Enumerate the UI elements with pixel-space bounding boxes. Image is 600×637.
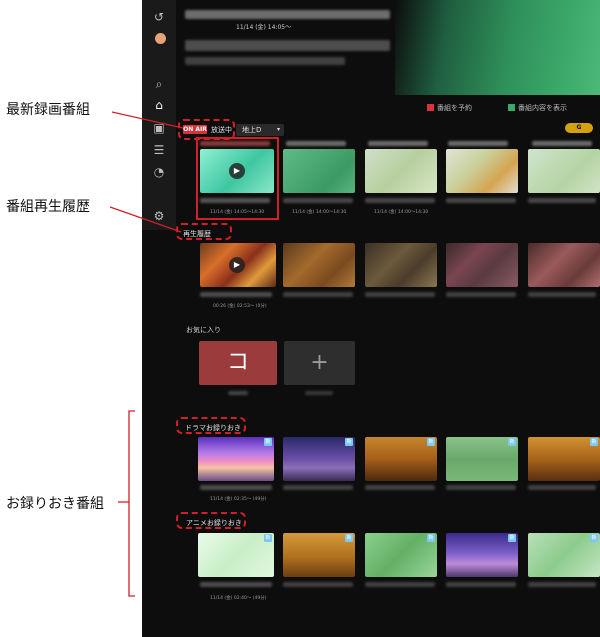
favorites-label: お気に入り: [186, 326, 221, 334]
channel-logo-blur: [532, 141, 592, 146]
hero-title-blur: [185, 10, 390, 19]
drama-thumb[interactable]: [198, 437, 274, 481]
anime-highlight: [176, 512, 246, 529]
history-thumb[interactable]: [446, 243, 518, 287]
recorded-icon[interactable]: ▣: [152, 121, 166, 135]
add-favorite-button[interactable]: +: [284, 341, 355, 385]
anime-title-blur: [365, 582, 435, 587]
history-title-blur: [283, 292, 353, 297]
reserve-color-key: [427, 104, 434, 111]
favorite-name-blur: [228, 391, 248, 395]
anime-thumb[interactable]: [198, 533, 274, 577]
drama-title-blur: [283, 485, 353, 490]
latest-recording-frame: [196, 137, 279, 220]
settings-icon[interactable]: ⚙: [152, 209, 166, 223]
avatar[interactable]: [155, 33, 166, 44]
history-caption: 00:26 (金) 02:53〜 (0分): [213, 304, 267, 309]
annotation-saved: お録りおき番組: [6, 495, 104, 511]
chevron-down-icon: ▾: [276, 126, 280, 133]
back-icon[interactable]: ↺: [152, 10, 166, 24]
drama-title-blur: [365, 485, 435, 490]
drama-title-blur: [446, 485, 516, 490]
hero-image: [395, 0, 600, 95]
history-thumb[interactable]: [365, 243, 437, 287]
onair-caption: 11/14 (金) 14:00〜14:30: [292, 210, 347, 215]
drama-caption: 11/14 (金) 02:35〜 (49分): [210, 497, 267, 502]
onair-title-blur: [528, 198, 596, 203]
onair-thumb[interactable]: [446, 149, 518, 193]
annotation-latest: 最新録画番組: [6, 101, 90, 117]
history-title-blur: [200, 292, 272, 297]
guide-icon[interactable]: ☰: [152, 143, 166, 157]
details-label: 番組内容を表示: [518, 104, 567, 112]
new-badge: 新: [264, 534, 272, 542]
onair-thumb[interactable]: [528, 149, 600, 193]
new-badge: 新: [590, 438, 598, 446]
onair-title-blur: [446, 198, 516, 203]
guide-badge: G: [565, 123, 593, 133]
new-badge: 新: [345, 534, 353, 542]
hero-desc-blur-2: [185, 57, 345, 65]
channel-dropdown[interactable]: 地上D ▾: [236, 124, 284, 136]
history-thumb[interactable]: [283, 243, 355, 287]
onair-title-blur: [283, 198, 353, 203]
favorite-add-blur: [305, 391, 333, 395]
history-title-blur: [528, 292, 596, 297]
anime-caption: 11/14 (金) 02:40〜 (49分): [210, 596, 267, 601]
channel-value: 地上D: [242, 126, 262, 134]
history-highlight: [176, 223, 232, 240]
new-badge: 新: [508, 534, 516, 542]
new-badge: 新: [264, 438, 272, 446]
channel-logo-blur: [286, 141, 346, 146]
reserve-label: 番組を予約: [437, 104, 472, 112]
anime-title-blur: [528, 582, 596, 587]
onair-title-blur: [365, 198, 435, 203]
new-badge: 新: [508, 438, 516, 446]
drama-highlight: [176, 417, 246, 434]
speed-icon[interactable]: ◔: [152, 165, 166, 179]
new-badge: 新: [345, 438, 353, 446]
search-icon[interactable]: ⌕: [152, 77, 166, 91]
play-icon[interactable]: ▶: [229, 257, 245, 273]
drama-title-blur: [200, 485, 272, 490]
onair-thumb[interactable]: [365, 149, 437, 193]
anime-title-blur: [446, 582, 516, 587]
new-badge: 新: [590, 534, 598, 542]
history-title-blur: [365, 292, 435, 297]
drama-title-blur: [528, 485, 596, 490]
anime-title-blur: [200, 582, 272, 587]
channel-logo-blur: [448, 141, 508, 146]
history-thumb[interactable]: [528, 243, 600, 287]
favorite-tile-char: コ: [227, 350, 250, 375]
anime-title-blur: [283, 582, 353, 587]
hero-datetime: 11/14 (金) 14:05〜: [236, 24, 292, 31]
onair-caption: 11/14 (金) 14:00〜14:30: [374, 210, 429, 215]
hero-desc-blur: [185, 40, 390, 51]
details-color-key: [508, 104, 515, 111]
new-badge: 新: [427, 534, 435, 542]
annotation-history: 番組再生履歴: [6, 198, 90, 214]
history-title-blur: [446, 292, 516, 297]
home-icon[interactable]: ⌂: [152, 98, 166, 112]
onair-thumb[interactable]: [283, 149, 355, 193]
new-badge: 新: [427, 438, 435, 446]
channel-logo-blur: [368, 141, 428, 146]
